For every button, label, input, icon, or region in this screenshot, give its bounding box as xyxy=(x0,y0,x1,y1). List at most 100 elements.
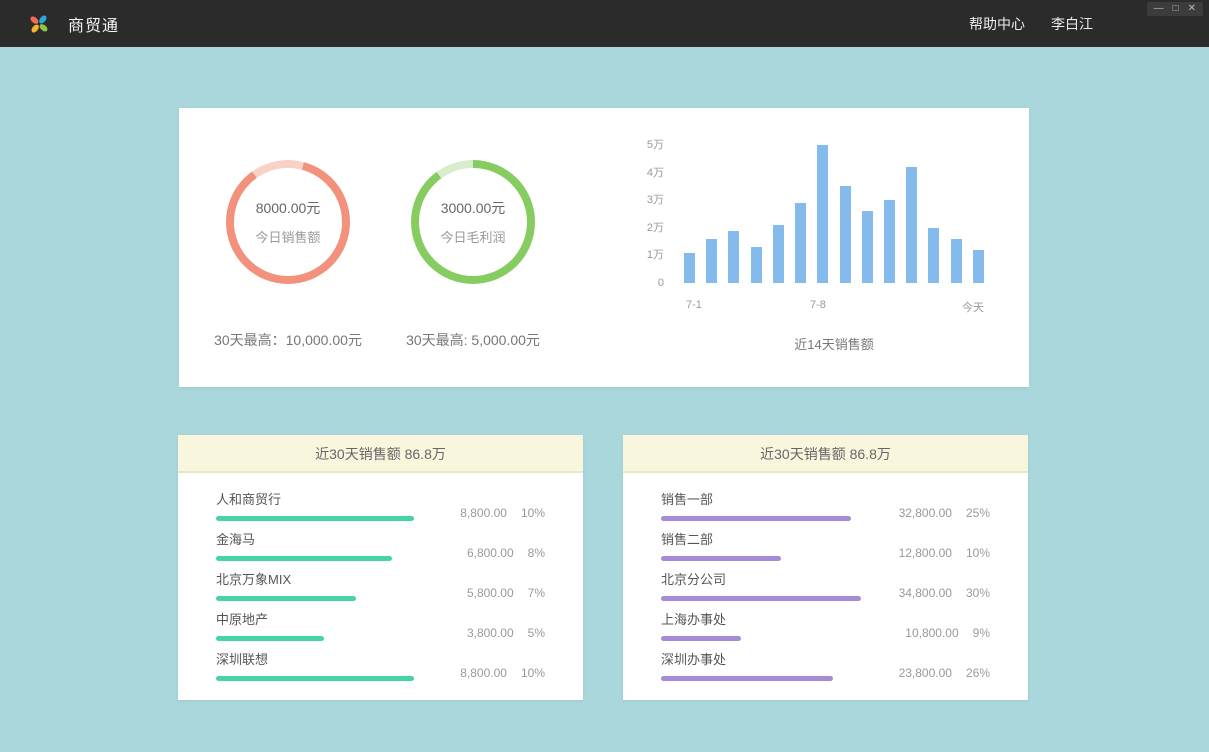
rank-row: 上海办事处 10,800.009% xyxy=(661,609,990,649)
today-profit-donut-block: 3000.00元 今日毛利润 30天最高: 5,000.00元 xyxy=(378,160,568,350)
rank-name: 人和商贸行 xyxy=(216,489,416,508)
rank-amount: 34,800.00 xyxy=(899,586,952,600)
rank-row: 金海马 6,800.00 8% xyxy=(216,529,545,569)
titlebar-right: 帮助中心 李白江 xyxy=(969,14,1209,34)
bar xyxy=(751,247,762,283)
rank-name: 中原地产 xyxy=(216,609,416,628)
bar xyxy=(684,253,695,283)
user-name-link[interactable]: 李白江 xyxy=(1051,14,1093,34)
rank-row-left: 销售一部 xyxy=(661,489,861,521)
department-sales-rank-card: 近30天销售额 86.8万 销售一部 32,800.00 25% 销售二部 12,… xyxy=(623,435,1028,700)
y-tick-label: 5万 xyxy=(634,139,664,151)
rank-value: 8,800.0010% xyxy=(460,666,545,680)
maximize-icon[interactable]: □ xyxy=(1173,2,1179,16)
rank-row: 深圳办事处 23,800.0026% xyxy=(661,649,990,689)
sales-30day-max-note: 30天最高：10,000.00元 xyxy=(193,330,383,350)
rank-list: 人和商贸行 8,800.0010% 金海马 6,800.008% 北京万象MIX… xyxy=(178,473,583,689)
bar xyxy=(817,145,828,283)
rank-progress-bar xyxy=(216,636,324,641)
rank-card-title: 近30天销售额 86.8万 xyxy=(178,435,583,473)
rank-row: 深圳联想 8,800.0010% xyxy=(216,649,545,689)
rank-value: 8,800.00 10% xyxy=(460,506,545,520)
today-sales-donut-block: 8000.00元 今日销售额 30天最高：10,000.00元 xyxy=(193,160,383,350)
donut-center-text: 3000.00元 今日毛利润 xyxy=(411,160,535,284)
today-sales-donut: 8000.00元 今日销售额 xyxy=(226,160,350,284)
titlebar: 商贸通 帮助中心 李白江 — □ ✕ xyxy=(0,0,1209,47)
x-tick-middle: 7-8 xyxy=(810,299,826,311)
rank-name: 销售二部 xyxy=(661,529,861,548)
rank-amount: 5,800.00 xyxy=(467,586,514,600)
rank-row: 销售二部 12,800.00 10% xyxy=(661,529,990,569)
bar xyxy=(951,239,962,283)
bar xyxy=(795,203,806,283)
rank-amount: 3,800.00 xyxy=(467,626,514,640)
rank-progress-bar xyxy=(216,556,392,561)
minimize-icon[interactable]: — xyxy=(1154,2,1164,16)
rank-progress-bar xyxy=(661,556,781,561)
bar xyxy=(773,225,784,283)
app-logo-pinwheel-icon xyxy=(28,13,50,35)
bar-chart-bars xyxy=(684,145,984,283)
rank-percent: 9% xyxy=(973,626,990,640)
rank-row: 北京分公司 34,800.0030% xyxy=(661,569,990,609)
rank-value: 10,800.009% xyxy=(905,626,990,640)
rank-name: 上海办事处 xyxy=(661,609,861,628)
y-tick-label: 2万 xyxy=(634,222,664,234)
bar xyxy=(728,231,739,283)
rank-percent: 25% xyxy=(966,506,990,520)
rank-value: 34,800.0030% xyxy=(899,586,990,600)
sales-14day-bar-chart: 5万4万3万2万1万0 7-1 7-8 今天 近14天销售额 xyxy=(634,136,1004,376)
close-icon[interactable]: ✕ xyxy=(1188,2,1196,16)
today-sales-value: 8000.00元 xyxy=(256,198,321,218)
rank-amount: 32,800.00 xyxy=(899,506,952,520)
rank-amount: 6,800.00 xyxy=(467,546,514,560)
rank-name: 深圳办事处 xyxy=(661,649,861,668)
rank-percent: 7% xyxy=(528,586,545,600)
rank-row-left: 销售二部 xyxy=(661,529,861,561)
bar xyxy=(928,228,939,283)
window-controls: — □ ✕ xyxy=(1147,2,1203,16)
rank-row-left: 深圳联想 xyxy=(216,649,416,681)
rank-progress-bar xyxy=(216,676,414,681)
y-tick-label: 3万 xyxy=(634,194,664,206)
rank-row: 人和商贸行 8,800.00 10% xyxy=(216,489,545,529)
help-center-link[interactable]: 帮助中心 xyxy=(969,14,1025,34)
rank-value: 12,800.00 10% xyxy=(899,546,990,560)
bar xyxy=(840,186,851,283)
donut-center-text: 8000.00元 今日销售额 xyxy=(226,160,350,284)
chart-y-axis: 5万4万3万2万1万0 xyxy=(634,139,674,289)
rank-value: 3,800.00 5% xyxy=(467,626,545,640)
x-tick-first: 7-1 xyxy=(686,299,702,311)
customer-sales-rank-card: 近30天销售额 86.8万 人和商贸行 8,800.00 10% 金海马 6,80… xyxy=(178,435,583,700)
rank-row-left: 上海办事处 xyxy=(661,609,861,641)
today-profit-donut: 3000.00元 今日毛利润 xyxy=(411,160,535,284)
x-tick-last: 今天 xyxy=(962,299,984,315)
rank-amount: 12,800.00 xyxy=(899,546,952,560)
bar xyxy=(706,239,717,283)
rank-amount: 8,800.00 xyxy=(460,506,507,520)
rank-value: 5,800.00 7% xyxy=(467,586,545,600)
rank-percent: 5% xyxy=(528,626,545,640)
today-profit-label: 今日毛利润 xyxy=(440,227,505,246)
rank-progress-bar xyxy=(661,596,861,601)
rank-amount: 8,800.00 xyxy=(460,666,507,680)
y-tick-label: 0 xyxy=(634,277,664,289)
rank-card-title: 近30天销售额 86.8万 xyxy=(623,435,1028,473)
rank-percent: 8% xyxy=(528,546,545,560)
profit-30day-max-note: 30天最高: 5,000.00元 xyxy=(378,330,568,350)
rank-row: 北京万象MIX 5,800.007% xyxy=(216,569,545,609)
rank-row-left: 金海马 xyxy=(216,529,416,561)
chart-x-axis: 7-1 7-8 今天 xyxy=(684,299,984,313)
rank-progress-bar xyxy=(661,676,833,681)
chart-title: 近14天销售额 xyxy=(684,334,984,353)
rank-row-left: 北京分公司 xyxy=(661,569,861,601)
app-title: 商贸通 xyxy=(68,12,119,36)
rank-percent: 10% xyxy=(521,506,545,520)
bar xyxy=(973,250,984,283)
rank-progress-bar xyxy=(216,596,356,601)
rank-row-left: 深圳办事处 xyxy=(661,649,861,681)
rank-value: 6,800.00 8% xyxy=(467,546,545,560)
bar xyxy=(884,200,895,283)
rank-name: 深圳联想 xyxy=(216,649,416,668)
rank-percent: 10% xyxy=(966,546,990,560)
